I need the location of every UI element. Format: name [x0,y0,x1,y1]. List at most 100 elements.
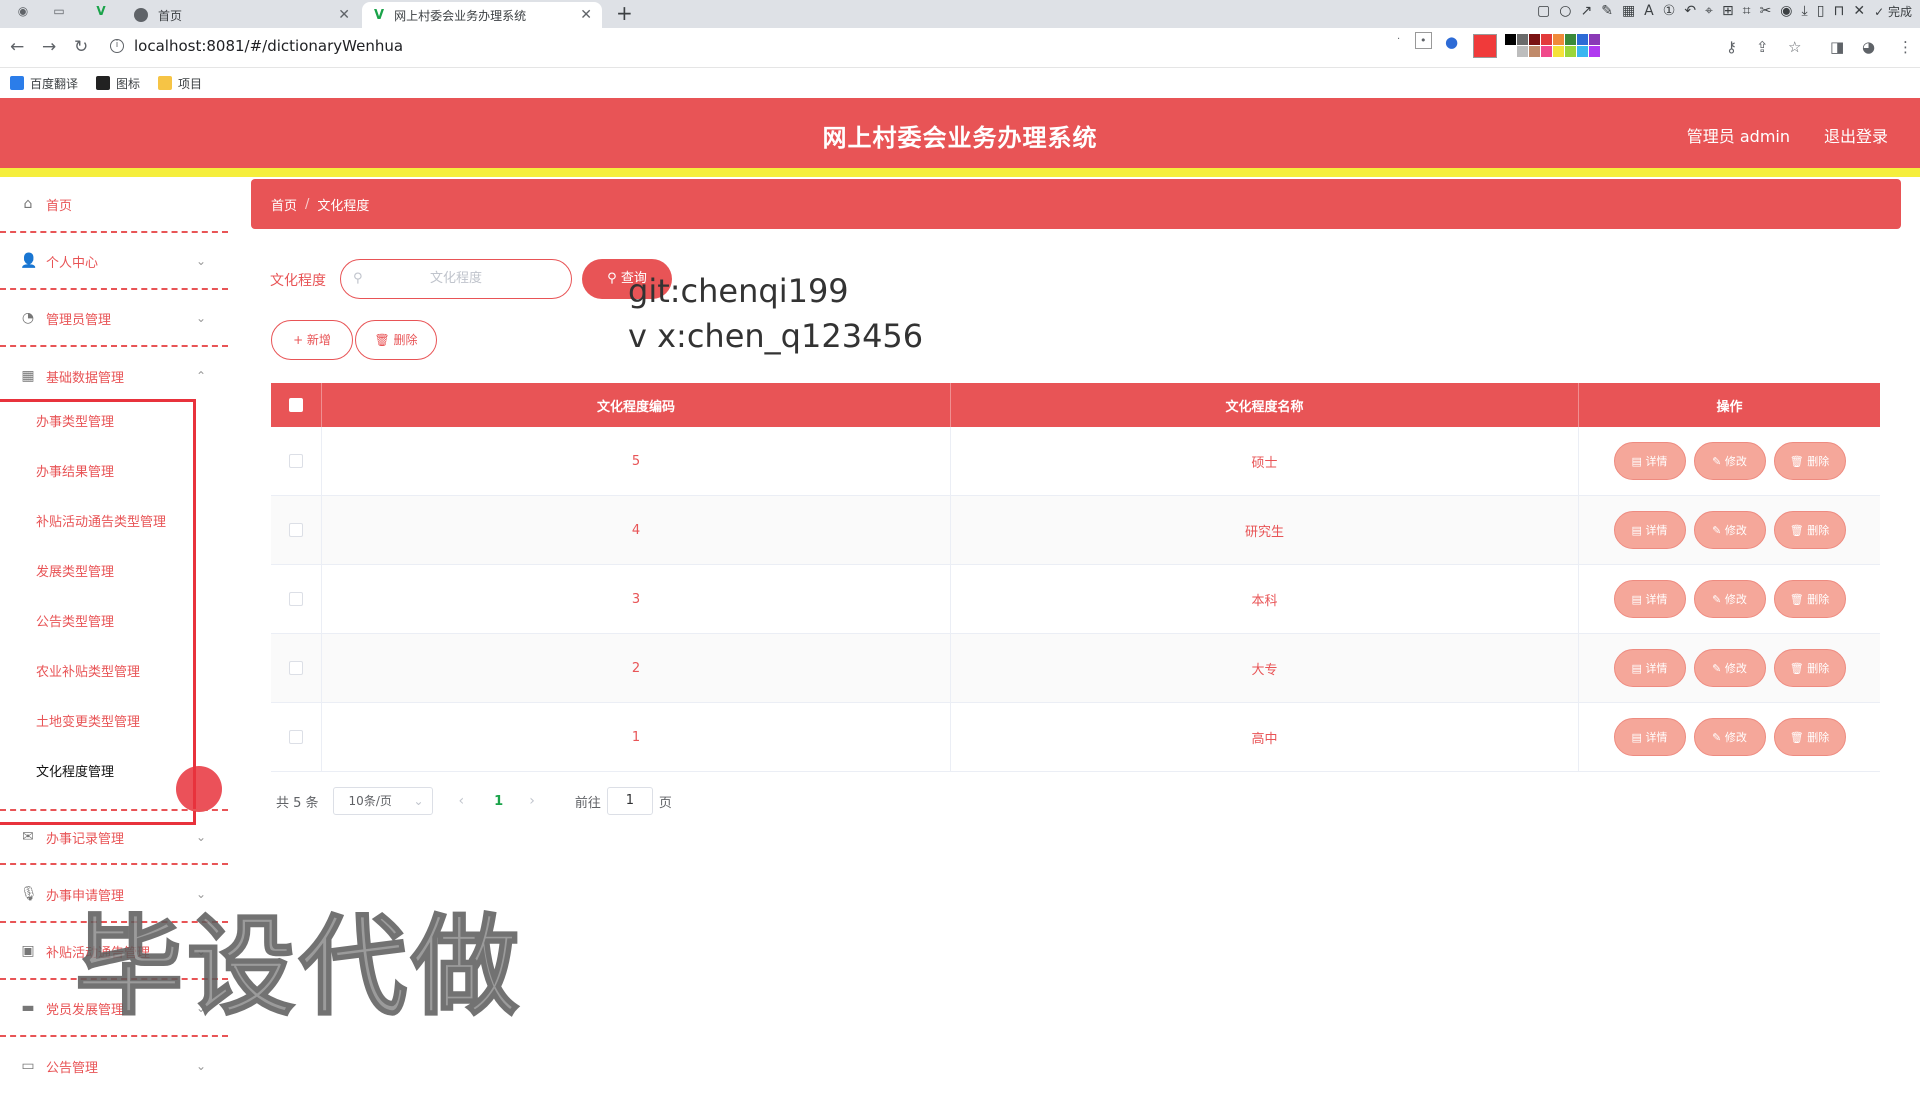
breadcrumb-home[interactable]: 首页 [271,195,297,214]
row-checkbox[interactable] [289,523,303,537]
pin-icon[interactable]: ⌖ [1705,3,1713,20]
select-all-checkbox[interactable] [289,398,303,412]
sidebar-item-announcements[interactable]: ▭ 公告管理 ⌄ [0,1038,228,1094]
download-icon[interactable]: ⤓ [1802,3,1808,20]
profile-icon[interactable]: ◕ [1862,38,1875,56]
table-row[interactable]: 3 本科 ▤ 详情 ✎ 修改 🗑 删除 [271,565,1880,634]
detail-button[interactable]: ▤ 详情 [1613,511,1686,549]
sidebar-item-records[interactable]: ✉ 办事记录管理 ⌄ [0,809,228,865]
delete-button[interactable]: 🗑 删除 [1773,649,1846,687]
palette-swatch[interactable] [1541,46,1552,57]
edit-button[interactable]: ✎ 修改 [1693,649,1766,687]
close-tab-icon[interactable]: ✕ [338,7,350,23]
edit-button[interactable]: ✎ 修改 [1693,442,1766,480]
dot-size-medium-icon[interactable]: • [1415,32,1432,49]
table-row[interactable]: 1 高中 ▤ 详情 ✎ 修改 🗑 删除 [271,703,1880,772]
table-row[interactable]: 4 研究生 ▤ 详情 ✎ 修改 🗑 删除 [271,496,1880,565]
sidebar-subitem[interactable]: 办事结果管理 [36,461,114,480]
url-field[interactable]: i localhost:8081/#/dictionaryWenhua [110,37,403,55]
dot-size-large-icon[interactable]: ● [1445,33,1458,51]
bookmark-baidu-translate[interactable]: 百度翻译 [10,75,78,92]
sidebar-item-admins[interactable]: ◔ 管理员管理 ⌄ [0,291,228,347]
undo-icon[interactable]: ↶ [1684,3,1696,20]
star-icon[interactable]: ☆ [1788,38,1801,56]
record-icon[interactable]: ◉ [1780,3,1792,20]
translate-icon[interactable]: ⊞ [1722,3,1734,20]
palette-swatch[interactable] [1529,46,1540,57]
palette-swatch[interactable] [1541,34,1552,45]
row-checkbox[interactable] [289,661,303,675]
page-number-current[interactable]: 1 [494,794,503,809]
logout-button[interactable]: 退出登录 [1824,123,1888,147]
pen-tool-icon[interactable]: ✎ [1601,3,1613,20]
circle-tool-icon[interactable]: ○ [1559,3,1571,20]
detail-button[interactable]: ▤ 详情 [1613,649,1686,687]
sidebar-subitem[interactable]: 办事类型管理 [36,411,114,430]
page-size-select[interactable]: 10条/页 ⌄ [332,787,433,815]
reload-icon[interactable]: ↻ [74,37,88,57]
palette-swatch[interactable] [1553,34,1564,45]
ocr-icon[interactable]: ⌗ [1743,3,1751,20]
sidebar-subitem[interactable]: 土地变更类型管理 [36,711,140,730]
table-row[interactable]: 5 硕士 ▤ 详情 ✎ 修改 🗑 删除 [271,427,1880,496]
sidebar-item-home[interactable]: ⌂ 首页 [0,177,228,233]
done-button[interactable]: ✓ 完成 [1874,3,1912,20]
info-icon[interactable]: i [110,39,124,53]
sidepanel-icon[interactable]: ◨ [1830,38,1844,56]
rect-tool-icon[interactable]: ▢ [1537,3,1550,20]
detail-button[interactable]: ▤ 详情 [1613,580,1686,618]
palette-swatch[interactable] [1577,34,1588,45]
sidebar-subitem-active[interactable]: 文化程度管理 [36,761,114,780]
palette-swatch[interactable] [1517,46,1528,57]
column-header-name[interactable]: 文化程度名称 [951,383,1579,427]
forward-icon[interactable]: → [42,37,56,57]
mosaic-tool-icon[interactable]: ▦ [1622,3,1635,20]
arrow-tool-icon[interactable]: ↗ [1580,3,1592,20]
pinned-vue-tab-icon[interactable]: V [92,4,110,22]
palette-swatch[interactable] [1589,46,1600,57]
key-icon[interactable]: ⚷ [1726,38,1737,56]
sidebar-item-profile[interactable]: 👤 个人中心 ⌄ [0,234,228,290]
phone-icon[interactable]: ▯ [1817,3,1825,20]
detail-button[interactable]: ▤ 详情 [1613,442,1686,480]
next-page-icon[interactable]: › [529,793,535,809]
close-tab-icon[interactable]: ✕ [580,7,592,23]
tab-home[interactable]: 首页 ✕ [130,2,360,28]
column-header-code[interactable]: 文化程度编码 [322,383,951,427]
share-icon[interactable]: ⇪ [1756,38,1769,56]
add-button[interactable]: + 新增 [271,320,353,360]
batch-delete-button[interactable]: 🗑 删除 [355,320,437,360]
edit-button[interactable]: ✎ 修改 [1693,511,1766,549]
row-checkbox[interactable] [289,730,303,744]
bookmark-icons[interactable]: 图标 [96,75,140,92]
pinned-tab-icon[interactable]: ◉ [14,4,32,22]
palette-swatch[interactable] [1589,34,1600,45]
text-tool-icon[interactable]: A [1644,3,1654,20]
pinned-tab-icon[interactable]: ▭ [50,4,68,22]
delete-button[interactable]: 🗑 删除 [1773,580,1846,618]
prev-page-icon[interactable]: ‹ [459,793,465,809]
close-icon[interactable]: ✕ [1853,3,1865,20]
current-color-swatch[interactable] [1473,34,1497,58]
bookmark-project[interactable]: 项目 [158,75,202,92]
back-icon[interactable]: ← [10,37,24,57]
row-checkbox[interactable] [289,592,303,606]
delete-button[interactable]: 🗑 删除 [1773,511,1846,549]
palette-swatch[interactable] [1565,46,1576,57]
sidebar-subitem[interactable]: 发展类型管理 [36,561,114,580]
palette-swatch[interactable] [1577,46,1588,57]
number-tool-icon[interactable]: ① [1663,3,1676,20]
search-input[interactable]: ⚲ 文化程度 [340,259,572,299]
color-palette[interactable] [1505,34,1600,57]
sidebar-subitem[interactable]: 补贴活动通告类型管理 [36,511,166,530]
delete-button[interactable]: 🗑 删除 [1773,718,1846,756]
palette-swatch[interactable] [1505,46,1516,57]
table-row[interactable]: 2 大专 ▤ 详情 ✎ 修改 🗑 删除 [271,634,1880,703]
edit-button[interactable]: ✎ 修改 [1693,580,1766,618]
palette-swatch[interactable] [1529,34,1540,45]
scroll-icon[interactable]: ✂ [1760,3,1772,20]
tab-active[interactable]: V 网上村委会业务办理系统 ✕ [362,2,602,28]
palette-swatch[interactable] [1553,46,1564,57]
palette-swatch[interactable] [1505,34,1516,45]
bookmark-icon[interactable]: ⊓ [1833,3,1844,20]
